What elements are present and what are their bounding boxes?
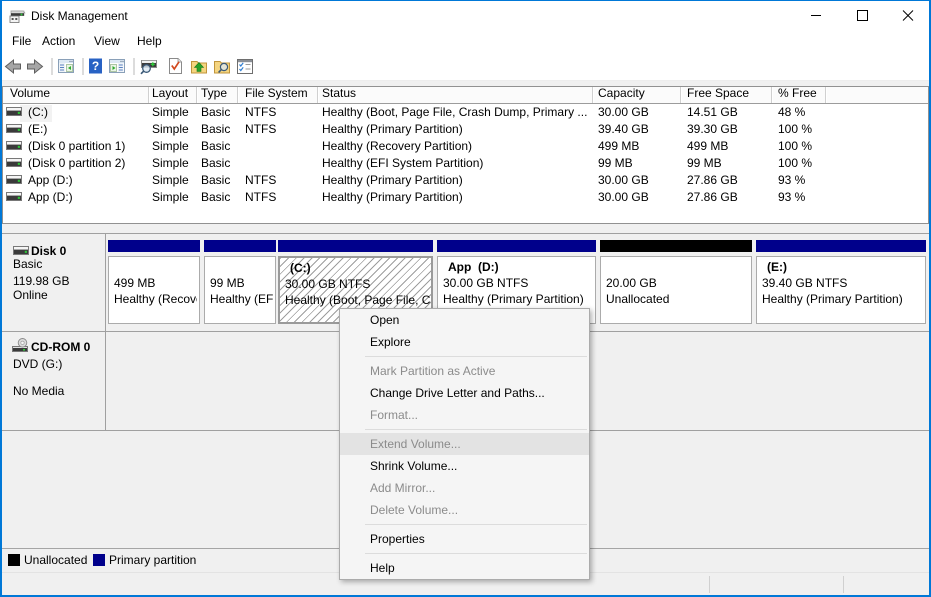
svg-text:?: ? (92, 59, 99, 73)
